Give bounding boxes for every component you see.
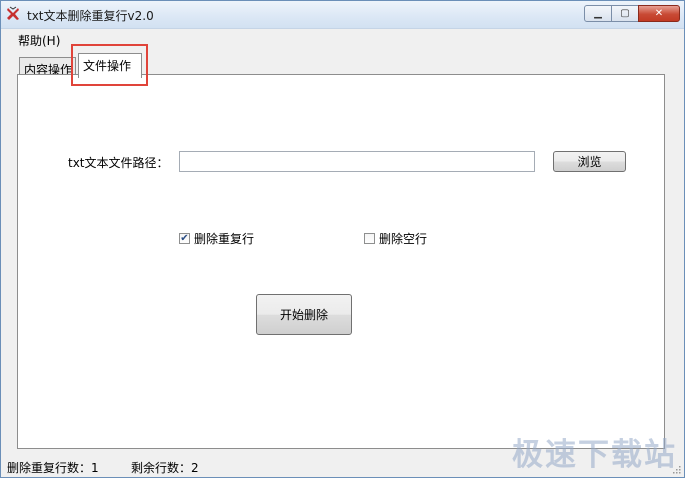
window-controls: ▁ ▢ ✕ bbox=[584, 5, 680, 23]
close-icon: ✕ bbox=[654, 8, 664, 19]
status-remaining-count: 剩余行数：2 bbox=[131, 461, 199, 475]
browse-button[interactable]: 浏览 bbox=[553, 151, 626, 172]
close-button[interactable]: ✕ bbox=[638, 5, 680, 22]
remove-empty-option[interactable]: 删除空行 bbox=[364, 230, 427, 247]
tab-panel bbox=[17, 74, 665, 449]
remove-duplicates-label: 删除重复行 bbox=[194, 232, 255, 246]
maximize-icon: ▢ bbox=[620, 8, 630, 19]
site-watermark: 极速下载站 bbox=[512, 437, 677, 473]
minimize-button[interactable]: ▁ bbox=[584, 5, 612, 22]
app-icon bbox=[7, 6, 19, 20]
file-path-input[interactable] bbox=[179, 151, 535, 172]
remove-empty-label: 删除空行 bbox=[379, 232, 428, 246]
start-delete-button[interactable]: 开始删除 bbox=[256, 294, 352, 335]
minimize-icon: ▁ bbox=[594, 8, 602, 19]
file-path-label: txt文本文件路径： bbox=[68, 156, 169, 170]
app-window: txt文本删除重复行v2.0 ▁ ▢ ✕ 帮助(H) 内容操作 文件操作 txt… bbox=[0, 0, 685, 478]
remove-empty-checkbox[interactable] bbox=[364, 233, 375, 244]
maximize-button[interactable]: ▢ bbox=[611, 5, 639, 22]
remove-duplicates-checkbox[interactable]: ✔ bbox=[179, 233, 190, 244]
remove-duplicates-option[interactable]: ✔ 删除重复行 bbox=[179, 230, 254, 247]
menu-help[interactable]: 帮助(H) bbox=[18, 32, 60, 49]
tab-highlight-annotation bbox=[71, 44, 148, 86]
title-bar[interactable]: txt文本删除重复行v2.0 ▁ ▢ ✕ bbox=[1, 1, 684, 29]
status-duplicates-count: 删除重复行数：1 bbox=[7, 461, 99, 475]
checkmark-icon: ✔ bbox=[180, 232, 189, 244]
window-title: txt文本删除重复行v2.0 bbox=[27, 9, 154, 23]
